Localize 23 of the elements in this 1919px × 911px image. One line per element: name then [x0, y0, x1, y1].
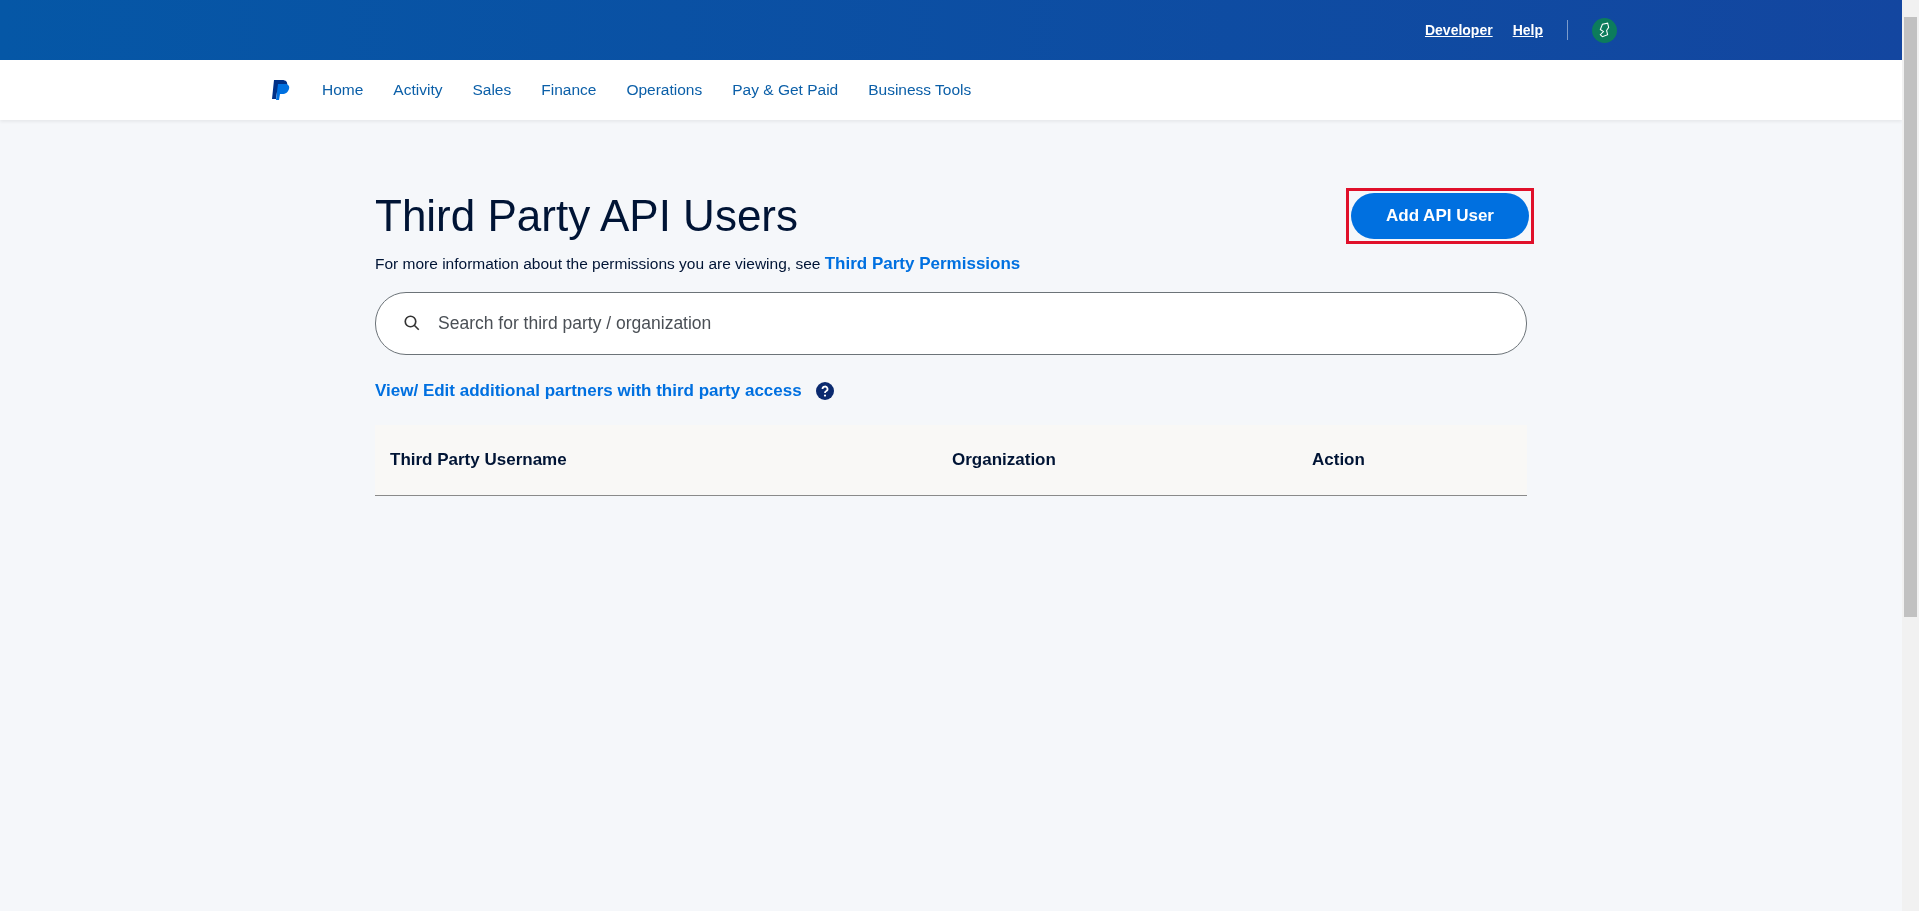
- top-link[interactable]: Developer: [1424, 22, 1493, 38]
- nav-link[interactable]: Business Tools: [868, 81, 972, 99]
- add-api-user-button[interactable]: Add API User: [1351, 193, 1529, 239]
- nav-link[interactable]: Pay & Get Paid: [732, 81, 839, 99]
- nav-link[interactable]: Finance: [541, 81, 597, 99]
- column-header: Organization: [952, 450, 1057, 470]
- info-text: For more information about the permissions you are viewing, see Third Party Permissions: [375, 254, 1022, 274]
- column-header: Action: [1312, 450, 1366, 470]
- avatar-icon[interactable]: [1592, 17, 1617, 43]
- page-title: Third Party API Users: [375, 191, 798, 241]
- nav-link[interactable]: Sales: [472, 81, 512, 99]
- search-icon: [403, 314, 421, 332]
- scrollbar[interactable]: [1902, 0, 1919, 911]
- top-link[interactable]: Help: [1512, 22, 1543, 38]
- search-field[interactable]: Search for third party / organization: [375, 292, 1527, 355]
- logo-icon[interactable]: [270, 78, 292, 102]
- nav-link[interactable]: Home: [322, 81, 364, 99]
- nav-link[interactable]: Activity: [393, 81, 443, 99]
- column-header: Third Party Username: [390, 450, 568, 470]
- nav-link[interactable]: Operations: [626, 81, 703, 99]
- help-icon[interactable]: [815, 382, 834, 400]
- partners-link[interactable]: View/ Edit additional partners with third party access: [375, 381, 802, 401]
- permissions-link[interactable]: Third Party Permissions: [824, 254, 1021, 273]
